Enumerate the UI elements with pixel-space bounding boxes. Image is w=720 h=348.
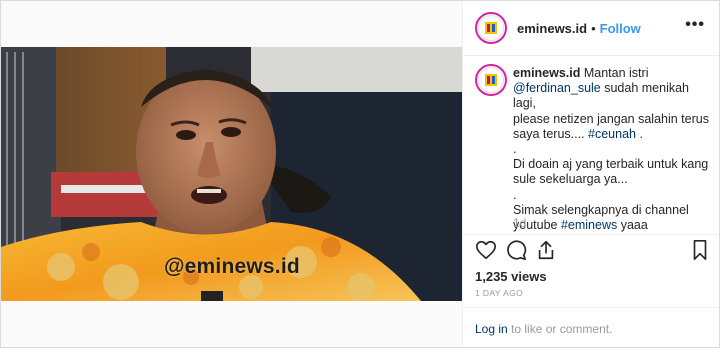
login-link[interactable]: Log in xyxy=(475,322,508,336)
video-watermark: @eminews.id xyxy=(164,255,300,278)
caption-avatar[interactable] xyxy=(475,64,507,96)
brand-logo-icon xyxy=(478,15,504,41)
caption-line-8: . xyxy=(513,187,517,202)
caption-line-10-end: yaaa xyxy=(617,218,648,233)
view-count[interactable]: 1,235 views xyxy=(475,269,547,284)
hashtag-link[interactable]: #eminews xyxy=(561,218,617,232)
login-prompt-rest: to like or comment. xyxy=(507,322,613,336)
media-area: @eminews.id xyxy=(1,1,463,347)
comment-icon[interactable] xyxy=(505,239,527,261)
share-icon[interactable] xyxy=(535,239,557,261)
caption-username[interactable]: eminews.id xyxy=(513,66,580,80)
caption-line-4-end: . xyxy=(636,126,643,141)
header-separator: • xyxy=(591,20,596,36)
heart-icon[interactable] xyxy=(475,239,497,261)
caption-age: 1d xyxy=(513,216,527,230)
post-header: eminews.id • Follow ••• xyxy=(463,1,719,56)
caption-line-7: sule sekeluarga ya... xyxy=(513,172,628,187)
caption-line-5: . xyxy=(513,142,517,157)
post-card: @eminews.id eminews.id • Follow ••• emin… xyxy=(0,0,720,348)
header-username[interactable]: eminews.id xyxy=(517,21,587,36)
caption-line-4: saya terus.... xyxy=(513,126,589,141)
login-prompt-text: Log in to like or comment. xyxy=(475,322,612,336)
caption-line-6: Di doain aj yang terbaik untuk kang xyxy=(513,157,709,172)
caption-line-9: Simak selengkapnya di channel xyxy=(513,202,689,217)
caption-text: eminews.id Mantan istri @ferdinan_sule s… xyxy=(513,66,709,233)
login-prompt: Log in to like or comment. xyxy=(463,307,719,348)
bookmark-icon[interactable] xyxy=(689,239,711,261)
post-timestamp[interactable]: 1 DAY AGO xyxy=(475,288,523,298)
post-side-panel: eminews.id • Follow ••• eminews.id Manta… xyxy=(463,1,719,347)
mention-link[interactable]: @ferdinan_sule xyxy=(513,81,601,95)
brand-logo-icon xyxy=(478,67,504,93)
hashtag-link[interactable]: #ceunah xyxy=(588,127,636,141)
video-player[interactable]: @eminews.id xyxy=(1,47,462,301)
caption-line-3: please netizen jangan salahin terus xyxy=(513,111,709,126)
follow-button[interactable]: Follow xyxy=(600,21,641,36)
caption-section: eminews.id Mantan istri @ferdinan_sule s… xyxy=(463,56,719,235)
caption-line-1: Mantan istri xyxy=(580,66,649,80)
avatar[interactable] xyxy=(475,12,507,44)
more-options-button[interactable]: ••• xyxy=(685,17,705,33)
action-bar xyxy=(463,237,719,265)
